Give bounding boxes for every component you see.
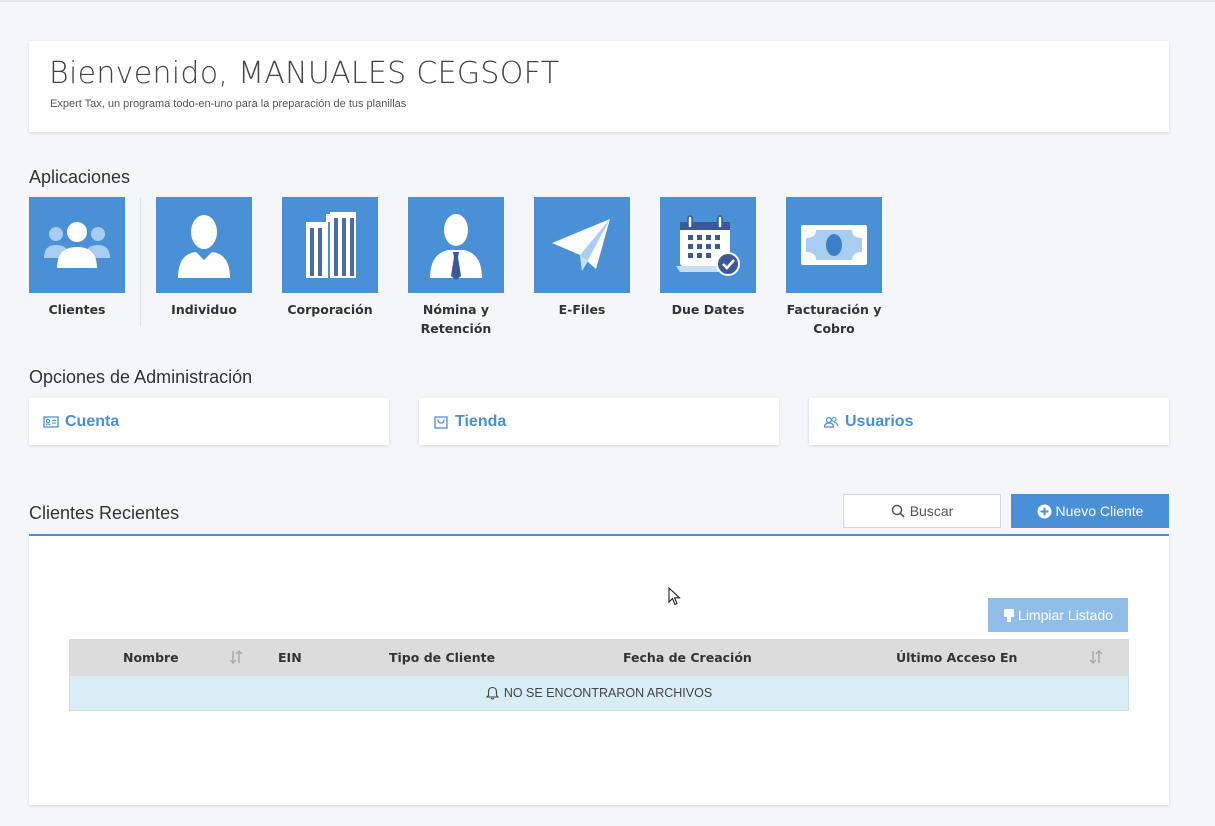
sort-icon[interactable] xyxy=(1089,649,1103,665)
app-clientes[interactable]: Clientes xyxy=(29,197,125,319)
search-label: Buscar xyxy=(909,503,954,519)
search-icon xyxy=(891,504,905,518)
divider xyxy=(140,197,141,327)
recent-title: Clientes Recientes xyxy=(29,503,180,523)
id-card-icon xyxy=(43,414,59,430)
sort-icon[interactable] xyxy=(229,649,243,665)
app-label: Facturación y Cobro xyxy=(786,302,882,336)
eraser-icon xyxy=(1004,608,1015,622)
admin-usuarios[interactable]: Usuarios xyxy=(809,398,1169,445)
clear-list-button[interactable]: Limpiar Listado xyxy=(988,598,1128,632)
app-due-dates[interactable]: Due Dates xyxy=(660,197,756,319)
app-label: Nómina y Retención xyxy=(420,302,492,336)
paper-plane-icon xyxy=(552,219,610,271)
search-button[interactable]: Buscar xyxy=(843,494,1001,528)
admin-label: Tienda xyxy=(455,412,507,430)
recent-clients-table: Nombre EIN Tipo de Cliente Fecha de Crea… xyxy=(69,639,1129,711)
users-outline-icon xyxy=(823,414,839,430)
mouse-cursor-icon xyxy=(668,587,681,606)
column-ultimo-acceso[interactable]: Último Acceso En xyxy=(896,639,1017,676)
empty-message: NO SE ENCONTRARON ARCHIVOS xyxy=(503,686,713,700)
admin-label: Cuenta xyxy=(65,412,120,430)
calendar-check-icon xyxy=(676,215,740,276)
buildings-icon xyxy=(306,212,356,278)
column-tipo-cliente[interactable]: Tipo de Cliente xyxy=(389,639,495,676)
admin-tienda[interactable]: Tienda xyxy=(419,398,779,445)
app-label: Individuo xyxy=(171,302,237,317)
person-icon xyxy=(178,215,230,278)
app-label: Clientes xyxy=(48,302,106,317)
app-label: Corporación xyxy=(287,302,373,317)
welcome-card: Bienvenido, MANUALES CEGSOFT Expert Tax,… xyxy=(29,41,1169,132)
recent-clients-panel: Limpiar Listado Nombre EIN Tipo de Clien… xyxy=(29,534,1169,805)
app-facturacion[interactable]: Facturación y Cobro xyxy=(786,197,882,338)
app-label: E-Files xyxy=(558,302,606,317)
welcome-subtitle: Expert Tax, un programa todo-en-uno para… xyxy=(50,98,407,110)
bell-icon xyxy=(485,686,499,700)
app-efiles[interactable]: E-Files xyxy=(534,197,630,319)
new-client-label: Nuevo Cliente xyxy=(1055,503,1144,519)
businessman-icon xyxy=(430,214,482,280)
app-individuo[interactable]: Individuo xyxy=(156,197,252,319)
app-label: Due Dates xyxy=(671,302,745,317)
new-client-button[interactable]: Nuevo Cliente xyxy=(1011,494,1169,528)
plus-circle-icon xyxy=(1037,504,1052,518)
table-header: Nombre EIN Tipo de Cliente Fecha de Crea… xyxy=(69,639,1129,676)
column-ein[interactable]: EIN xyxy=(278,639,302,676)
admin-cuenta[interactable]: Cuenta xyxy=(29,398,389,445)
admin-label: Usuarios xyxy=(845,412,914,430)
top-border xyxy=(0,0,1215,2)
users-icon xyxy=(44,222,110,268)
welcome-title: Bienvenido, MANUALES CEGSOFT xyxy=(49,56,560,91)
app-nomina[interactable]: Nómina y Retención xyxy=(408,197,504,338)
column-nombre[interactable]: Nombre xyxy=(123,639,179,676)
clear-list-label: Limpiar Listado xyxy=(1018,607,1113,623)
applications-title: Aplicaciones xyxy=(29,167,131,187)
empty-row: NO SE ENCONTRARON ARCHIVOS xyxy=(69,676,1129,711)
app-corporacion[interactable]: Corporación xyxy=(282,197,378,319)
shopping-bag-icon xyxy=(433,414,449,430)
column-fecha-creacion[interactable]: Fecha de Creación xyxy=(623,639,752,676)
banknote-icon xyxy=(801,225,867,265)
admin-title: Opciones de Administración xyxy=(29,367,253,387)
